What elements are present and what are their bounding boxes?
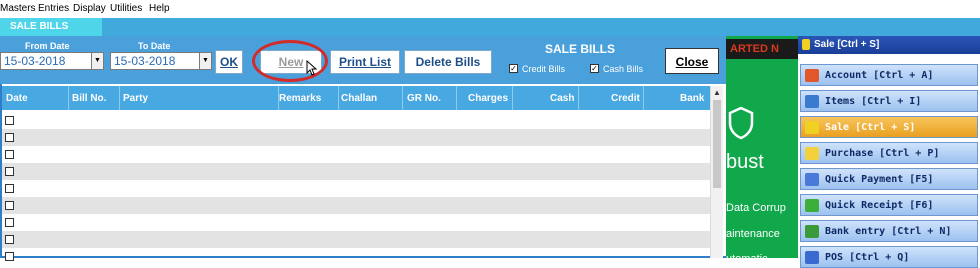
table-row[interactable] <box>2 163 710 180</box>
side-panel-header: Sale [Ctrl + S] <box>798 36 980 54</box>
mouse-pointer-icon <box>306 60 318 76</box>
side-item-receipt[interactable]: Quick Receipt [F6] <box>800 194 978 216</box>
side-item-bank[interactable]: Bank entry [Ctrl + N] <box>800 220 978 242</box>
payment-icon <box>805 173 819 186</box>
promo-banner: ARTED N <box>726 39 798 59</box>
menu-masters[interactable]: Masters <box>0 3 36 14</box>
row-checkbox[interactable] <box>5 116 14 125</box>
col-remarks[interactable]: Remarks <box>279 93 321 104</box>
table-row[interactable] <box>2 248 710 265</box>
to-date-value: 15-03-2018 <box>114 54 176 68</box>
tab-strip <box>102 18 980 36</box>
menu-display[interactable]: Display <box>73 3 106 14</box>
scroll-up-icon[interactable]: ▲ <box>713 88 721 97</box>
row-checkbox[interactable] <box>5 201 14 210</box>
row-checkbox[interactable] <box>5 150 14 159</box>
ok-button[interactable]: OK <box>215 50 243 74</box>
col-date[interactable]: Date <box>6 93 28 104</box>
side-item-label: Sale [Ctrl + S] <box>825 122 916 133</box>
side-item-payment[interactable]: Quick Payment [F5] <box>800 168 978 190</box>
side-panel-header-label: Sale [Ctrl + S] <box>814 39 880 50</box>
table-row[interactable] <box>2 214 710 231</box>
row-checkbox[interactable] <box>5 133 14 142</box>
col-gr-no[interactable]: GR No. <box>407 93 441 104</box>
items-icon <box>805 95 819 108</box>
promo-word: bust <box>726 151 764 173</box>
account-icon <box>805 69 819 82</box>
promo-line-3: utomatic <box>726 253 768 258</box>
side-item-account[interactable]: Account [Ctrl + A] <box>800 64 978 86</box>
col-bill-no[interactable]: Bill No. <box>72 93 106 104</box>
to-date-field[interactable]: 15-03-2018 ▼ <box>110 52 212 70</box>
side-item-label: Purchase [Ctrl + P] <box>825 148 940 159</box>
menu-entries[interactable]: Entries <box>38 3 69 14</box>
from-date-field[interactable]: 15-03-2018 ▼ <box>0 52 104 70</box>
table-row[interactable] <box>2 180 710 197</box>
side-item-label: Items [Ctrl + I] <box>825 96 922 107</box>
col-challan[interactable]: Challan <box>341 93 377 104</box>
grid-header: Date Bill No. Party Remarks Challan GR N… <box>2 86 710 110</box>
cash-bills-checkbox[interactable]: ✓ <box>590 64 599 73</box>
table-row[interactable] <box>2 129 710 146</box>
shield-icon <box>728 106 754 140</box>
from-date-label: From Date <box>25 41 70 51</box>
chevron-down-icon[interactable]: ▼ <box>199 53 211 69</box>
row-checkbox[interactable] <box>5 218 14 227</box>
side-item-label: Quick Payment [F5] <box>825 174 934 185</box>
side-item-label: Account [Ctrl + A] <box>825 70 934 81</box>
cash-bills-label: Cash Bills <box>603 64 644 74</box>
menu-utilities[interactable]: Utilities <box>110 3 142 14</box>
bank-icon <box>805 225 819 238</box>
row-checkbox[interactable] <box>5 184 14 193</box>
col-charges[interactable]: Charges <box>468 93 508 104</box>
chevron-down-icon[interactable]: ▼ <box>91 53 103 69</box>
menu-help[interactable]: Help <box>149 3 170 14</box>
table-row[interactable] <box>2 112 710 129</box>
sale-icon <box>802 39 810 50</box>
row-checkbox[interactable] <box>5 252 14 261</box>
delete-bills-button[interactable]: Delete Bills <box>404 50 492 74</box>
receipt-icon <box>805 199 819 212</box>
row-checkbox[interactable] <box>5 167 14 176</box>
credit-bills-label: Credit Bills <box>522 64 566 74</box>
col-bank[interactable]: Bank <box>680 93 704 104</box>
table-row[interactable] <box>2 146 710 163</box>
sale-icon <box>805 121 819 134</box>
col-credit[interactable]: Credit <box>611 93 640 104</box>
row-checkbox[interactable] <box>5 235 14 244</box>
menu-bar: Masters Entries Display Utilities Help <box>0 0 980 18</box>
col-party[interactable]: Party <box>123 93 148 104</box>
promo-line-1: Data Corrup <box>726 202 786 214</box>
grid-scrollbar[interactable]: ▲ <box>710 86 723 258</box>
side-item-label: Quick Receipt [F6] <box>825 200 934 211</box>
to-date-label: To Date <box>138 41 171 51</box>
side-item-label: Bank entry [Ctrl + N] <box>825 226 952 237</box>
print-list-button[interactable]: Print List <box>330 50 400 74</box>
side-item-items[interactable]: Items [Ctrl + I] <box>800 90 978 112</box>
side-item-sale[interactable]: Sale [Ctrl + S] <box>800 116 978 138</box>
tab-sale-bills[interactable]: SALE BILLS <box>0 18 102 36</box>
side-item-pos[interactable]: POS [Ctrl + Q] <box>800 246 978 268</box>
side-item-purchase[interactable]: Purchase [Ctrl + P] <box>800 142 978 164</box>
credit-bills-checkbox[interactable]: ✓ <box>509 64 518 73</box>
scroll-thumb[interactable] <box>713 100 721 188</box>
table-row[interactable] <box>2 231 710 248</box>
col-cash[interactable]: Cash <box>550 93 574 104</box>
close-button[interactable]: Close <box>665 48 719 74</box>
table-row[interactable] <box>2 197 710 214</box>
promo-line-2: aintenance <box>726 228 780 240</box>
sale-bills-heading: SALE BILLS <box>545 42 616 56</box>
purchase-icon <box>805 147 819 160</box>
from-date-value: 15-03-2018 <box>4 54 66 68</box>
promo-panel: bust Data Corrup aintenance utomatic <box>726 36 798 258</box>
